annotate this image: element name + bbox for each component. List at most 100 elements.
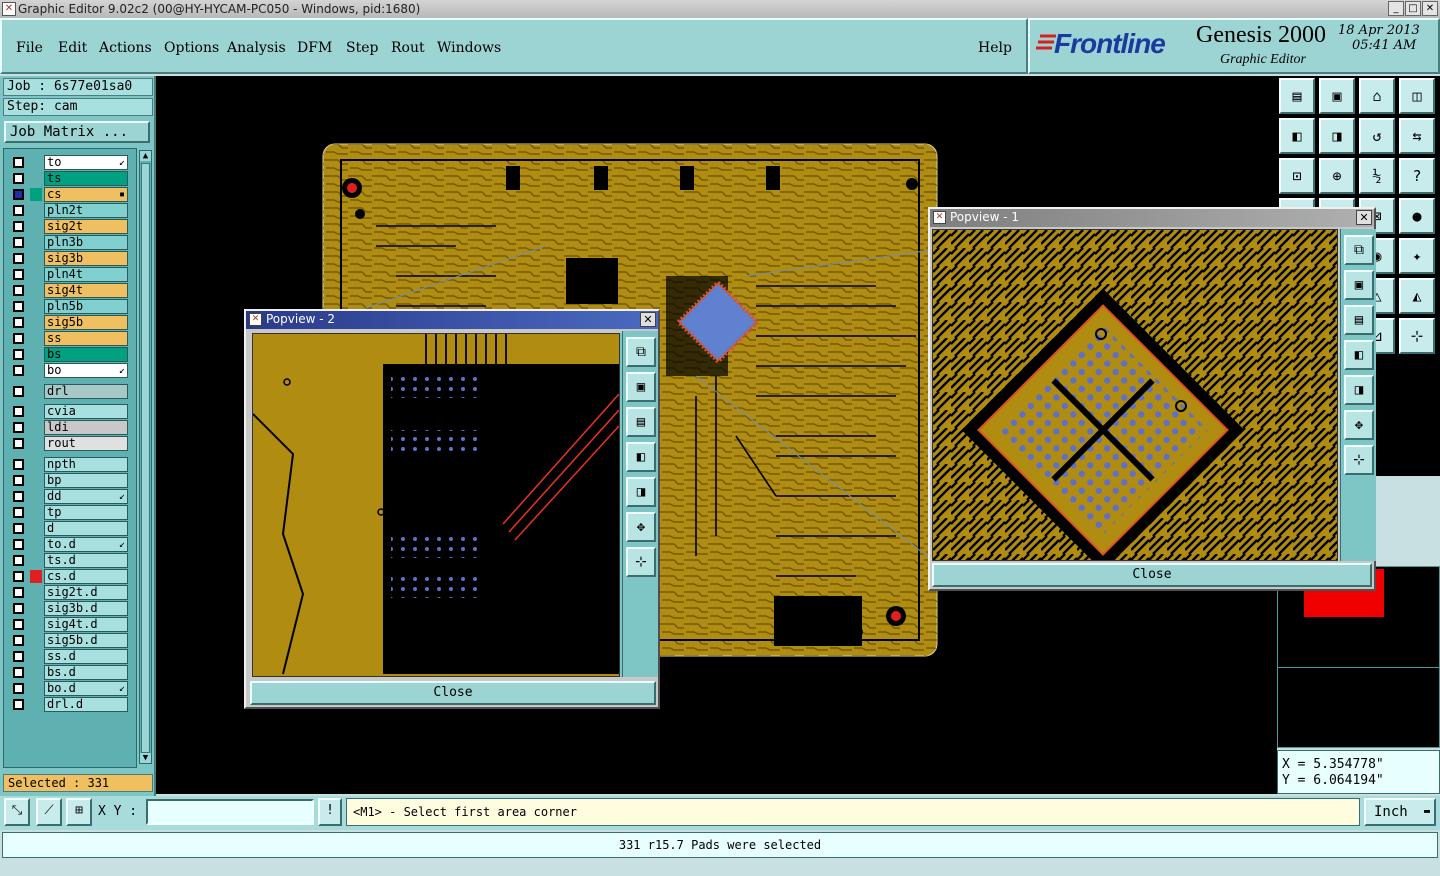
layer-checkbox[interactable] (13, 491, 24, 502)
layer-name[interactable]: sig4t.d (44, 617, 128, 632)
layer-name[interactable]: pln5b (44, 299, 128, 314)
center-icon[interactable]: ⊹ (626, 547, 656, 577)
layer-name[interactable]: ts.d (44, 553, 128, 568)
measure-icon[interactable]: ⟋ (36, 798, 62, 826)
layer-row-d[interactable]: d (10, 521, 128, 536)
popview-2-close-icon[interactable]: ✕ (640, 312, 656, 327)
layer-checkbox[interactable] (13, 422, 24, 433)
pad-icon[interactable]: ● (1399, 198, 1435, 234)
layer-checkbox[interactable] (13, 603, 24, 614)
duplicate-icon[interactable]: ⧉ (626, 337, 656, 367)
layer-checkbox[interactable] (13, 539, 24, 550)
zoom-out-icon[interactable]: ▤ (626, 407, 656, 437)
layer-row-sig2t-d[interactable]: sig2t.d (10, 585, 128, 600)
swap-view-icon[interactable]: ⇆ (1399, 118, 1435, 154)
layer-row-bo[interactable]: bo ↙ (10, 363, 128, 378)
layer-name[interactable]: drl (44, 384, 128, 399)
spark-icon[interactable]: ✦ (1399, 238, 1435, 274)
pan-right-icon[interactable]: ◨ (1319, 118, 1355, 154)
layer-name[interactable]: drl.d (44, 697, 128, 712)
layer-row-pln2t[interactable]: pln2t (10, 203, 128, 218)
layer-checkbox[interactable] (13, 406, 24, 417)
layer-row-sig3b[interactable]: sig3b (10, 251, 128, 266)
layer-name[interactable]: bs.d (44, 665, 128, 680)
menu-windows[interactable]: Windows (437, 40, 501, 56)
layer-name[interactable]: dd ↙ (44, 489, 128, 504)
undo-view-icon[interactable]: ↺ (1359, 118, 1395, 154)
layer-checkbox[interactable] (13, 237, 24, 248)
fit-icon[interactable]: ✥ (1344, 410, 1374, 440)
layer-row-drl[interactable]: drl (10, 384, 128, 399)
layer-checkbox[interactable] (13, 386, 24, 397)
layer-name[interactable]: bo.d ↙ (44, 681, 128, 696)
layer-checkbox[interactable] (13, 571, 24, 582)
pan-left-icon[interactable]: ◧ (1344, 340, 1374, 370)
layer-checkbox[interactable] (13, 317, 24, 328)
scroll-down-arrow-icon[interactable]: ▼ (140, 753, 151, 763)
minimize-button[interactable]: _ (1388, 1, 1404, 16)
layer-row-ldi[interactable]: ldi (10, 420, 128, 435)
layer-row-ts-d[interactable]: ts.d (10, 553, 128, 568)
popview-1-close-button[interactable]: Close (932, 563, 1372, 587)
layer-scrollbar[interactable]: ▲ ▼ (139, 150, 152, 764)
help-icon[interactable]: ? (1399, 158, 1435, 194)
layer-checkbox[interactable] (13, 221, 24, 232)
popview-1-titlebar[interactable]: ✕ Popview - 1 ✕ (930, 209, 1374, 227)
layer-row-ss[interactable]: ss (10, 331, 128, 346)
layer-checkbox[interactable] (13, 475, 24, 486)
layer-row-rout[interactable]: rout (10, 436, 128, 451)
xy-input[interactable] (146, 799, 314, 825)
close-window-button[interactable]: ✕ (1422, 1, 1438, 16)
layer-checkbox[interactable] (13, 438, 24, 449)
layer-row-ts[interactable]: ts (10, 171, 128, 186)
layer-checkbox[interactable] (13, 699, 24, 710)
layer-name[interactable]: sig3b.d (44, 601, 128, 616)
layer-checkbox[interactable] (13, 253, 24, 264)
layer-name[interactable]: to ↙ (44, 155, 128, 170)
menu-dfm[interactable]: DFM (297, 40, 332, 56)
layer-name[interactable]: cs.d (44, 569, 128, 584)
layer-row-cs[interactable]: cs ▪ (10, 187, 128, 202)
zoom-in-icon[interactable]: ▣ (1319, 78, 1355, 114)
layer-row-pln3b[interactable]: pln3b (10, 235, 128, 250)
menu-step[interactable]: Step (346, 40, 378, 56)
layer-row-bp[interactable]: bp (10, 473, 128, 488)
layer-row-tp[interactable]: tp (10, 505, 128, 520)
menu-options[interactable]: Options (164, 40, 219, 56)
zoom-out-icon[interactable]: ▤ (1344, 305, 1374, 335)
layer-checkbox[interactable] (13, 683, 24, 694)
layer-checkbox[interactable] (13, 635, 24, 646)
layer-row-bs-d[interactable]: bs.d (10, 665, 128, 680)
layer-row-bo-d[interactable]: bo.d ↙ (10, 681, 128, 696)
layer-name[interactable]: ldi (44, 420, 128, 435)
layer-name[interactable]: sig2t.d (44, 585, 128, 600)
layer-row-npth[interactable]: npth (10, 457, 128, 472)
layer-name[interactable]: pln2t (44, 203, 128, 218)
popview-2-canvas[interactable] (252, 333, 620, 677)
layer-checkbox[interactable] (13, 269, 24, 280)
popview-2-close-button[interactable]: Close (250, 681, 656, 705)
layer-row-ss-d[interactable]: ss.d (10, 649, 128, 664)
layer-row-drl-d[interactable]: drl.d (10, 697, 128, 712)
layer-row-sig2t[interactable]: sig2t (10, 219, 128, 234)
layer-name[interactable]: sig5b.d (44, 633, 128, 648)
layer-name[interactable]: sig4t (44, 283, 128, 298)
overview-map[interactable] (1277, 566, 1440, 748)
layer-name[interactable]: pln3b (44, 235, 128, 250)
layer-checkbox[interactable] (13, 587, 24, 598)
units-select[interactable]: Inch ▬ (1364, 798, 1436, 826)
layer-name[interactable]: bo ↙ (44, 363, 128, 378)
layer-name[interactable]: ss.d (44, 649, 128, 664)
layer-row-pln5b[interactable]: pln5b (10, 299, 128, 314)
layer-name[interactable]: d (44, 521, 128, 536)
pan-left-icon[interactable]: ◧ (626, 442, 656, 472)
menu-rout[interactable]: Rout (391, 40, 425, 56)
cross-icon[interactable]: ⊹ (1399, 318, 1435, 354)
layer-checkbox[interactable] (13, 365, 24, 376)
layer-row-bs[interactable]: bs (10, 347, 128, 362)
layer-name[interactable]: npth (44, 457, 128, 472)
layer-name[interactable]: tp (44, 505, 128, 520)
layer-row-sig4t[interactable]: sig4t (10, 283, 128, 298)
center-icon[interactable]: ⊹ (1344, 445, 1374, 475)
snap-grid-icon[interactable]: ⊞ (66, 798, 92, 826)
